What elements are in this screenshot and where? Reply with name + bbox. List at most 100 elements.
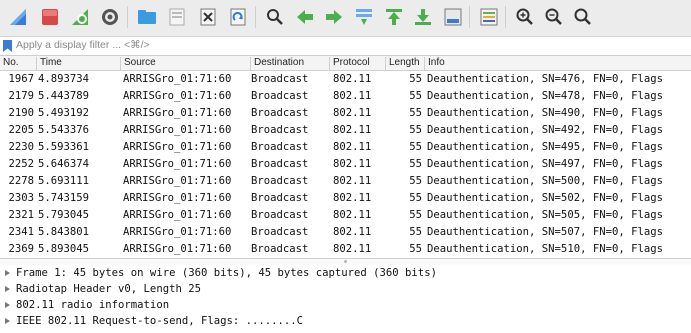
packet-destination: Broadcast xyxy=(251,175,309,187)
autoscroll-button[interactable] xyxy=(439,3,467,31)
packet-length: 55 xyxy=(409,90,422,102)
go-forward-button[interactable] xyxy=(320,3,348,31)
packet-info: Deauthentication, SN=502, FN=0, Flags xyxy=(427,192,663,204)
packet-time: 5.893045 xyxy=(38,243,90,255)
find-packet-icon xyxy=(267,9,283,25)
close-file-icon xyxy=(200,8,216,26)
packet-no: 2303 xyxy=(8,192,34,204)
column-header-no[interactable]: No. xyxy=(0,57,37,70)
save-file-button[interactable] xyxy=(163,3,191,31)
bookmark-icon[interactable] xyxy=(3,40,12,52)
close-file-button[interactable] xyxy=(194,3,222,31)
display-filter-input[interactable]: Apply a display filter ... <⌘/> xyxy=(16,39,150,51)
packet-row[interactable]: 2321 5.793045 ARRISGro_01:71:60 Broadcas… xyxy=(0,207,691,224)
detail-tree-item[interactable]: 802.11 radio information xyxy=(0,297,691,313)
start-capture-icon xyxy=(10,9,26,25)
packet-destination: Broadcast xyxy=(251,73,309,85)
packet-no: 2341 xyxy=(8,226,34,238)
restart-capture-button[interactable] xyxy=(66,3,94,31)
column-header-time[interactable]: Time xyxy=(37,57,121,70)
column-header-protocol[interactable]: Protocol xyxy=(330,57,386,70)
go-last-packet-button[interactable] xyxy=(409,3,437,31)
detail-tree-item[interactable]: IEEE 802.11 Request-to-send, Flags: ....… xyxy=(0,313,691,329)
expand-triangle-icon[interactable] xyxy=(5,286,10,292)
packet-length: 55 xyxy=(409,141,422,153)
packet-protocol: 802.11 xyxy=(333,192,372,204)
packet-no: 1967 xyxy=(8,73,34,85)
packet-row[interactable]: 2230 5.593361 ARRISGro_01:71:60 Broadcas… xyxy=(0,139,691,156)
packet-protocol: 802.11 xyxy=(333,73,372,85)
packet-no: 2252 xyxy=(8,158,34,170)
detail-tree-item[interactable]: Frame 1: 45 bytes on wire (360 bits), 45… xyxy=(0,265,691,281)
packet-length: 55 xyxy=(409,192,422,204)
go-first-packet-icon xyxy=(386,9,402,25)
start-capture-button[interactable] xyxy=(4,3,32,31)
packet-protocol: 802.11 xyxy=(333,175,372,187)
packet-no: 2205 xyxy=(8,124,34,136)
stop-capture-icon xyxy=(42,9,58,25)
column-header-info[interactable]: Info xyxy=(425,57,691,70)
normal-size-button[interactable] xyxy=(569,3,597,31)
packet-length: 55 xyxy=(409,107,422,119)
packet-source: ARRISGro_01:71:60 xyxy=(123,124,232,136)
detail-item-label: 802.11 radio information xyxy=(16,299,170,311)
packet-row[interactable]: 2369 5.893045 ARRISGro_01:71:60 Broadcas… xyxy=(0,241,691,258)
packet-protocol: 802.11 xyxy=(333,107,372,119)
packet-row[interactable]: 2303 5.743159 ARRISGro_01:71:60 Broadcas… xyxy=(0,190,691,207)
packet-length: 55 xyxy=(409,158,422,170)
packet-time: 5.593361 xyxy=(38,141,90,153)
packet-row[interactable]: 2341 5.843801 ARRISGro_01:71:60 Broadcas… xyxy=(0,224,691,241)
packet-source: ARRISGro_01:71:60 xyxy=(123,175,232,187)
expand-triangle-icon[interactable] xyxy=(5,270,10,276)
packet-protocol: 802.11 xyxy=(333,124,372,136)
packet-row[interactable]: 2252 5.646374 ARRISGro_01:71:60 Broadcas… xyxy=(0,156,691,173)
go-first-packet-button[interactable] xyxy=(380,3,408,31)
detail-tree-item[interactable]: Radiotap Header v0, Length 25 xyxy=(0,281,691,297)
packet-source: ARRISGro_01:71:60 xyxy=(123,192,232,204)
go-back-icon xyxy=(297,10,313,24)
packet-destination: Broadcast xyxy=(251,243,309,255)
packet-source: ARRISGro_01:71:60 xyxy=(123,209,232,221)
packet-info: Deauthentication, SN=510, FN=0, Flags xyxy=(427,243,663,255)
display-filter-bar[interactable]: Apply a display filter ... <⌘/> xyxy=(0,37,691,56)
packet-info: Deauthentication, SN=492, FN=0, Flags xyxy=(427,124,663,136)
column-header-source[interactable]: Source xyxy=(121,57,251,70)
packet-info: Deauthentication, SN=507, FN=0, Flags xyxy=(427,226,663,238)
packet-row[interactable]: 2179 5.443789 ARRISGro_01:71:60 Broadcas… xyxy=(0,88,691,105)
packet-time: 5.743159 xyxy=(38,192,90,204)
open-file-button[interactable] xyxy=(133,3,161,31)
capture-options-button[interactable] xyxy=(96,3,124,31)
reload-file-button[interactable] xyxy=(224,3,252,31)
expand-triangle-icon[interactable] xyxy=(5,302,10,308)
column-header-length[interactable]: Length xyxy=(386,57,425,70)
packet-row[interactable]: 2190 5.493192 ARRISGro_01:71:60 Broadcas… xyxy=(0,105,691,122)
colorize-icon xyxy=(480,8,498,26)
packet-protocol: 802.11 xyxy=(333,141,372,153)
zoom-out-button[interactable] xyxy=(540,3,568,31)
packet-destination: Broadcast xyxy=(251,192,309,204)
packet-row[interactable]: 2278 5.693111 ARRISGro_01:71:60 Broadcas… xyxy=(0,173,691,190)
packet-details: Frame 1: 45 bytes on wire (360 bits), 45… xyxy=(0,265,691,333)
go-back-button[interactable] xyxy=(291,3,319,31)
packet-source: ARRISGro_01:71:60 xyxy=(123,73,232,85)
column-header-destination[interactable]: Destination xyxy=(251,57,330,70)
packet-row[interactable]: 2205 5.543376 ARRISGro_01:71:60 Broadcas… xyxy=(0,122,691,139)
find-packet-button[interactable] xyxy=(261,3,289,31)
capture-options-icon xyxy=(102,9,118,25)
packet-info: Deauthentication, SN=495, FN=0, Flags xyxy=(427,141,663,153)
packet-destination: Broadcast xyxy=(251,209,309,221)
toolbar-separator xyxy=(255,6,256,28)
expand-triangle-icon[interactable] xyxy=(5,318,10,324)
packet-source: ARRISGro_01:71:60 xyxy=(123,107,232,119)
go-to-packet-button[interactable] xyxy=(350,3,378,31)
normal-size-icon xyxy=(574,8,591,25)
colorize-button[interactable] xyxy=(475,3,503,31)
zoom-in-button[interactable] xyxy=(511,3,539,31)
packet-row[interactable]: 1967 4.893734 ARRISGro_01:71:60 Broadcas… xyxy=(0,71,691,88)
stop-capture-button[interactable] xyxy=(36,3,64,31)
packet-no: 2369 xyxy=(8,243,34,255)
packet-length: 55 xyxy=(409,175,422,187)
open-file-icon xyxy=(138,10,156,24)
pane-splitter[interactable] xyxy=(0,258,691,265)
packet-source: ARRISGro_01:71:60 xyxy=(123,226,232,238)
